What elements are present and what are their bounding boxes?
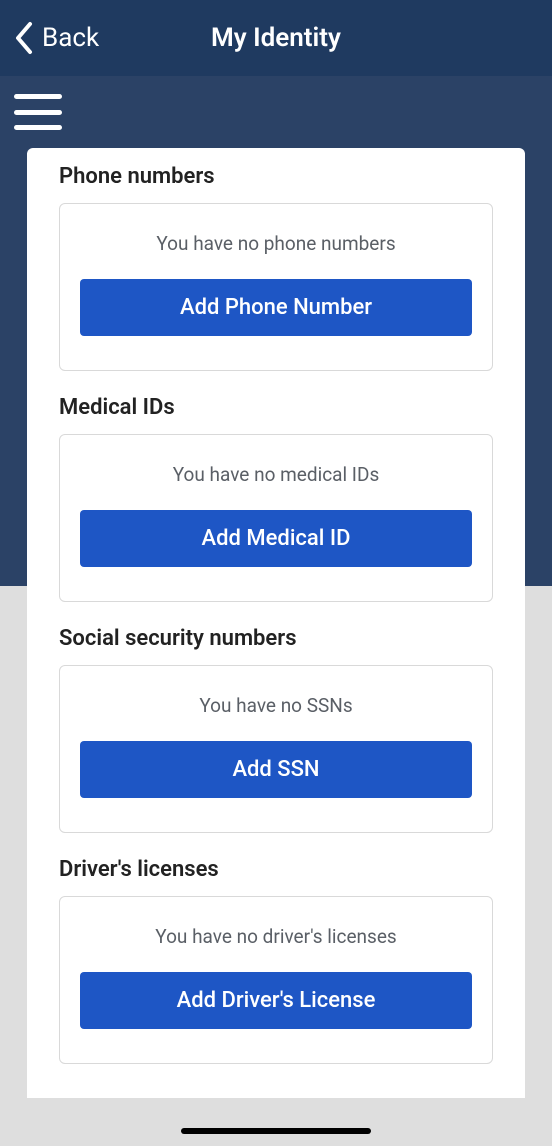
back-button[interactable]: Back (0, 20, 99, 56)
section-box-phone: You have no phone numbers Add Phone Numb… (59, 203, 493, 371)
section-ssn: Social security numbers You have no SSNs… (59, 626, 493, 833)
content-card: Phone numbers You have no phone numbers … (27, 148, 525, 1098)
empty-text-medical: You have no medical IDs (80, 463, 472, 486)
chevron-left-icon (12, 20, 36, 56)
add-phone-number-button[interactable]: Add Phone Number (80, 279, 472, 336)
add-drivers-license-button[interactable]: Add Driver's License (80, 972, 472, 1029)
section-drivers-license: Driver's licenses You have no driver's l… (59, 857, 493, 1064)
add-ssn-button[interactable]: Add SSN (80, 741, 472, 798)
empty-text-phone: You have no phone numbers (80, 232, 472, 255)
section-box-medical: You have no medical IDs Add Medical ID (59, 434, 493, 602)
home-indicator[interactable] (181, 1128, 371, 1134)
section-title-medical: Medical IDs (59, 395, 493, 420)
navbar: Back My Identity (0, 0, 552, 76)
back-label: Back (42, 23, 99, 53)
subheader (0, 76, 552, 148)
section-title-ssn: Social security numbers (59, 626, 493, 651)
section-medical-ids: Medical IDs You have no medical IDs Add … (59, 395, 493, 602)
section-box-ssn: You have no SSNs Add SSN (59, 665, 493, 833)
add-medical-id-button[interactable]: Add Medical ID (80, 510, 472, 567)
section-title-license: Driver's licenses (59, 857, 493, 882)
menu-icon[interactable] (14, 92, 62, 132)
section-box-license: You have no driver's licenses Add Driver… (59, 896, 493, 1064)
empty-text-license: You have no driver's licenses (80, 925, 472, 948)
section-phone-numbers: Phone numbers You have no phone numbers … (59, 164, 493, 371)
empty-text-ssn: You have no SSNs (80, 694, 472, 717)
section-title-phone: Phone numbers (59, 164, 493, 189)
